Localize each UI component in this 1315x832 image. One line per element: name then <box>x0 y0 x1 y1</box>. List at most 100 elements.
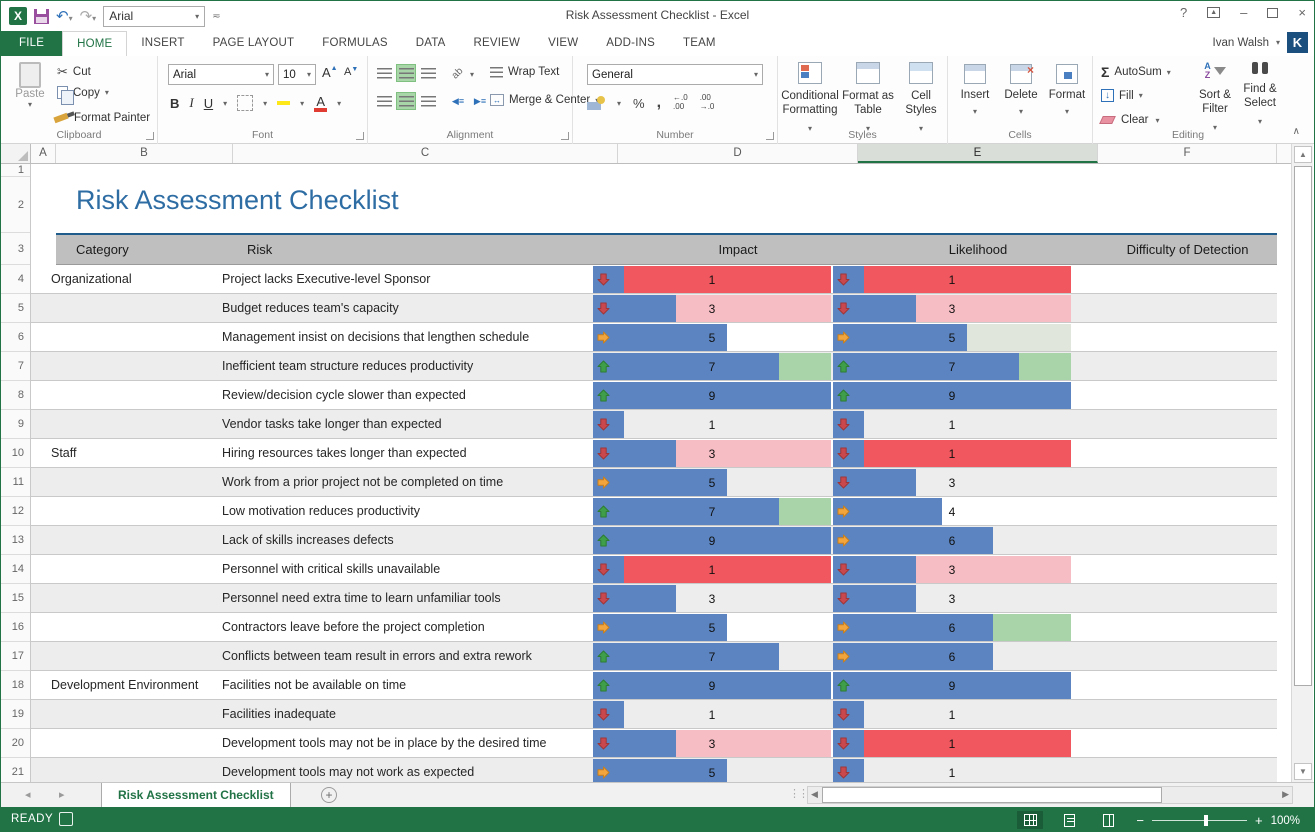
row-9-likelihood-cell[interactable]: 1 <box>833 411 1071 438</box>
row-header-5[interactable]: 5 <box>1 294 30 323</box>
row-6-impact-cell[interactable]: 5 <box>593 324 831 351</box>
row-15-likelihood-cell[interactable]: 3 <box>833 585 1071 612</box>
row-4-impact-cell[interactable]: 1 <box>593 266 831 293</box>
column-header-B[interactable]: B <box>56 144 233 163</box>
row-17-impact-cell[interactable]: 7 <box>593 643 831 670</box>
row-10-impact-cell[interactable]: 3 <box>593 440 831 467</box>
ribbon-tab-home[interactable]: HOME <box>62 31 127 56</box>
sheet-tab-risk-assessment[interactable]: Risk Assessment Checklist <box>101 783 291 807</box>
zoom-slider-handle[interactable] <box>1204 815 1208 826</box>
row-9-impact-cell[interactable]: 1 <box>593 411 831 438</box>
collapse-ribbon-button[interactable]: ∧ <box>1293 126 1300 137</box>
table-header-likelihood[interactable]: Likelihood <box>858 235 1098 264</box>
risk-cell[interactable]: Personnel with critical skills unavailab… <box>222 555 587 583</box>
number-format-selector[interactable]: General▾ <box>587 64 763 85</box>
row-header-17[interactable]: 17 <box>1 642 30 671</box>
sheet-nav-left-icon[interactable]: ◂ <box>25 788 31 801</box>
row-header-16[interactable]: 16 <box>1 613 30 642</box>
normal-view-button[interactable] <box>1017 811 1043 829</box>
format-as-table-button[interactable]: Format as Table ▾ <box>840 62 896 136</box>
row-18-likelihood-cell[interactable]: 9 <box>833 672 1071 699</box>
alignment-dialog-launcher-icon[interactable] <box>561 132 569 140</box>
row-header-10[interactable]: 10 <box>1 439 30 468</box>
row-20-impact-cell[interactable]: 3 <box>593 730 831 757</box>
row-header-1[interactable]: 1 <box>1 164 30 177</box>
column-header-C[interactable]: C <box>233 144 618 163</box>
row-header-14[interactable]: 14 <box>1 555 30 584</box>
row-header-21[interactable]: 21 <box>1 758 30 782</box>
row-16-likelihood-cell[interactable]: 6 <box>833 614 1071 641</box>
help-button[interactable]: ? <box>1180 5 1187 20</box>
risk-cell[interactable]: Contractors leave before the project com… <box>222 613 587 641</box>
worksheet[interactable]: 123456789101112131415161718192021 Risk A… <box>1 164 1293 782</box>
top-align-button[interactable] <box>374 64 394 82</box>
table-header-impact[interactable]: Impact <box>618 235 858 264</box>
macro-record-icon[interactable] <box>59 812 73 826</box>
fill-color-button[interactable] <box>277 102 290 105</box>
page-layout-view-button[interactable] <box>1056 811 1082 829</box>
risk-cell[interactable]: Development tools may not work as expect… <box>222 758 587 782</box>
row-15-impact-cell[interactable]: 3 <box>593 585 831 612</box>
insert-cells-button[interactable]: Insert ▾ <box>954 64 996 119</box>
table-header-category[interactable]: Category <box>76 235 226 264</box>
row-17-likelihood-cell[interactable]: 6 <box>833 643 1071 670</box>
row-header-9[interactable]: 9 <box>1 410 30 439</box>
risk-cell[interactable]: Inefficient team structure reduces produ… <box>222 352 587 380</box>
ribbon-tab-file[interactable]: FILE <box>1 31 62 56</box>
new-sheet-button[interactable]: + <box>321 787 337 803</box>
center-button[interactable] <box>396 92 416 110</box>
align-left-button[interactable] <box>374 92 394 110</box>
avatar[interactable]: K <box>1287 32 1308 53</box>
zoom-out-button[interactable]: − <box>1136 813 1144 828</box>
increase-indent-button[interactable]: ▶≡ <box>470 92 490 110</box>
risk-cell[interactable]: Lack of skills increases defects <box>222 526 587 554</box>
scroll-right-arrow[interactable]: ▶ <box>1282 789 1289 800</box>
align-right-button[interactable] <box>418 92 438 110</box>
row-header-4[interactable]: 4 <box>1 265 30 294</box>
accounting-format-button[interactable] <box>587 96 605 110</box>
minimize-button[interactable]: – <box>1240 5 1247 20</box>
page-break-view-button[interactable] <box>1095 811 1121 829</box>
cell-styles-button[interactable]: Cell Styles ▾ <box>896 62 946 136</box>
format-cells-button[interactable]: Format ▾ <box>1046 64 1088 119</box>
row-header-18[interactable]: 18 <box>1 671 30 700</box>
row-16-impact-cell[interactable]: 5 <box>593 614 831 641</box>
row-19-likelihood-cell[interactable]: 1 <box>833 701 1071 728</box>
row-18-impact-cell[interactable]: 9 <box>593 672 831 699</box>
row-13-likelihood-cell[interactable]: 6 <box>833 527 1071 554</box>
scroll-down-arrow[interactable]: ▼ <box>1294 763 1312 780</box>
ribbon-display-options-button[interactable]: ▲ <box>1207 7 1220 18</box>
font-family-selector[interactable]: Arial▾ <box>168 64 274 85</box>
percent-style-button[interactable]: % <box>633 96 645 111</box>
zoom-slider[interactable] <box>1152 820 1247 821</box>
row-14-impact-cell[interactable]: 1 <box>593 556 831 583</box>
row-header-11[interactable]: 11 <box>1 468 30 497</box>
decrease-indent-button[interactable]: ◀≡ <box>448 92 468 110</box>
restore-button[interactable] <box>1267 8 1278 18</box>
row-header-8[interactable]: 8 <box>1 381 30 410</box>
bold-button[interactable]: B <box>170 96 179 111</box>
grow-font-button[interactable]: A▲ <box>322 65 338 80</box>
column-header-D[interactable]: D <box>618 144 858 163</box>
risk-cell[interactable]: Review/decision cycle slower than expect… <box>222 381 587 409</box>
row-11-impact-cell[interactable]: 5 <box>593 469 831 496</box>
ribbon-tab-review[interactable]: REVIEW <box>460 31 535 56</box>
cut-button[interactable]: ✂ Cut <box>57 64 91 80</box>
vertical-scroll-thumb[interactable] <box>1294 166 1312 686</box>
row-20-likelihood-cell[interactable]: 1 <box>833 730 1071 757</box>
risk-cell[interactable]: Development tools may not be in place by… <box>222 729 587 757</box>
orientation-button[interactable]: ab <box>448 64 468 82</box>
font-dialog-launcher-icon[interactable] <box>356 132 364 140</box>
row-header-20[interactable]: 20 <box>1 729 30 758</box>
row-header-13[interactable]: 13 <box>1 526 30 555</box>
account-area[interactable]: Ivan Walsh ▾ K <box>1213 32 1308 53</box>
ribbon-tab-data[interactable]: DATA <box>402 31 460 56</box>
row-14-likelihood-cell[interactable]: 3 <box>833 556 1071 583</box>
risk-cell[interactable]: Conflicts between team result in errors … <box>222 642 587 670</box>
fill-button[interactable]: ↓ Fill ▾ <box>1101 89 1143 102</box>
italic-button[interactable]: I <box>189 95 193 111</box>
row-7-likelihood-cell[interactable]: 7 <box>833 353 1071 380</box>
row-6-likelihood-cell[interactable]: 5 <box>833 324 1071 351</box>
sort-filter-button[interactable]: AZ Sort & Filter ▾ <box>1193 62 1237 135</box>
row-11-likelihood-cell[interactable]: 3 <box>833 469 1071 496</box>
